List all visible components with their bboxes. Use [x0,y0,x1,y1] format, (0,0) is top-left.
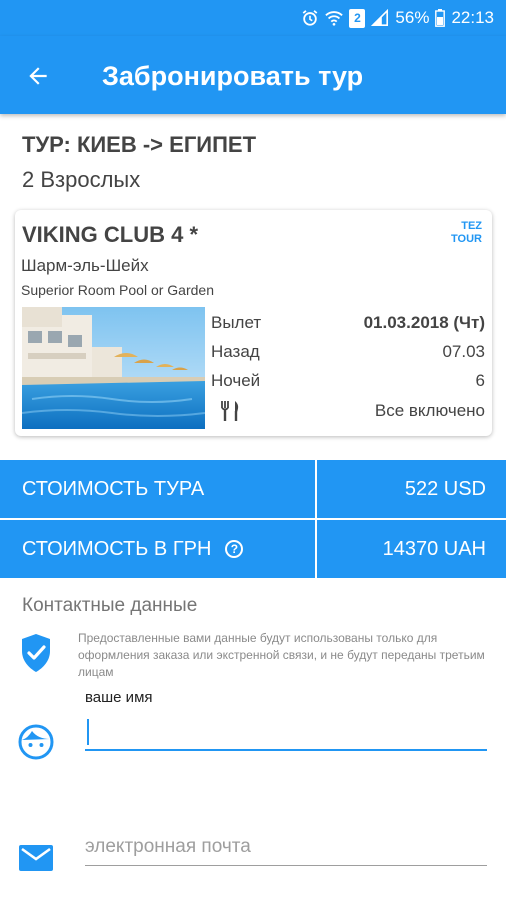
back-button[interactable] [20,58,56,94]
clock: 22:13 [451,8,494,27]
tez-tour-logo: TEZ TOUR [451,220,482,245]
hotel-card[interactable]: VIKING CLUB 4 * TEZ TOUR Шарм-эль-Шейх S… [15,210,492,436]
departure-row: Вылет 01.03.2018 (Чт) [211,310,485,336]
tour-cost-row: СТОИМОСТЬ ТУРА 522 USD [0,460,506,518]
hotel-photo-image [22,307,205,429]
room-type: Superior Room Pool or Garden [21,282,214,298]
contacts-title: Контактные данные [22,595,198,616]
meal-row: Все включено [211,398,485,424]
fork-knife-icon [221,401,239,421]
page-title: Забронировать тур [102,61,364,91]
sim-icon: 2 [349,8,366,28]
signal-icon [371,9,389,27]
uah-cost-row: СТОИМОСТЬ В ГРН ? 14370 UAH [0,520,506,578]
battery-percent: 56% [395,8,430,27]
return-date: 07.03 [442,342,485,361]
question-circle-icon[interactable]: ? [225,540,244,558]
name-field-label: ваше имя [85,689,153,706]
departure-label: Вылет [211,313,262,332]
tour-cost-label: СТОИМОСТЬ ТУРА [22,477,205,500]
return-label: Назад [211,342,260,361]
battery-icon [435,9,446,27]
nights-label: Ночей [211,371,261,390]
face-icon [18,724,54,760]
departure-date: 01.03.2018 (Чт) [363,313,485,332]
hotel-name: VIKING CLUB 4 * [22,222,199,247]
hotel-photo [22,307,205,429]
status-bar: 2 56% 22:13 [0,0,506,36]
privacy-note: Предоставленные вами данные будут исполь… [78,631,485,679]
price-divider [315,460,317,518]
uah-cost-value: 14370 UAH [382,537,486,560]
alarm-icon [303,10,318,26]
text-cursor [87,719,89,745]
wifi-icon [325,11,344,26]
email-input[interactable] [85,828,487,866]
name-input[interactable] [85,713,487,751]
shield-check-icon [22,634,50,672]
meal-plan: Все включено [374,401,485,420]
price-divider [315,520,317,578]
tour-passengers: 2 Взрослых [22,167,141,192]
nights-count: 6 [475,371,485,390]
app-bar: Забронировать тур [0,36,506,114]
email-icon [19,845,53,871]
nights-row: Ночей 6 [211,368,485,394]
arrow-back-icon [29,67,47,85]
tour-cost-value: 522 USD [404,477,486,500]
tour-route-heading: ТУР: КИЕВ -> ЕГИПЕТ [22,132,257,157]
status-icons: 2 56% 22:13 [301,6,494,30]
hotel-location: Шарм-эль-Шейх [21,256,149,275]
return-row: Назад 07.03 [211,339,485,365]
uah-cost-label: СТОИМОСТЬ В ГРН ? [22,520,244,578]
